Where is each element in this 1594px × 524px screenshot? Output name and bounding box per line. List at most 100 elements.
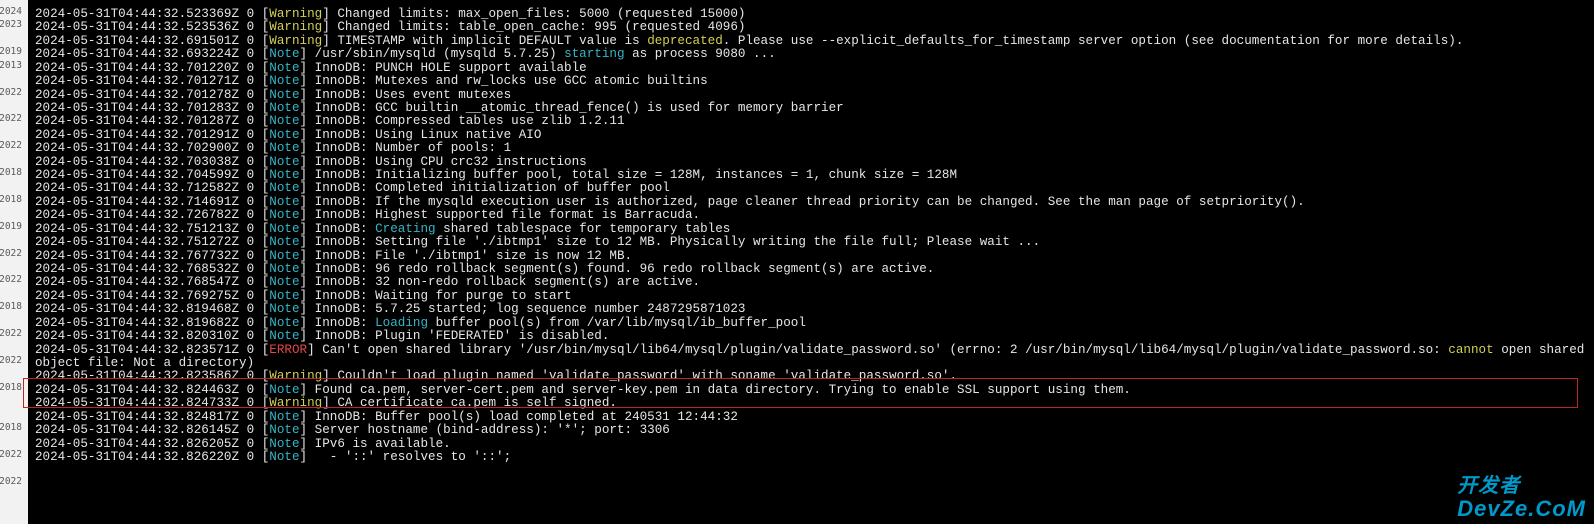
log-output[interactable]: 2024-05-31T04:44:32.523369Z 0 [Warning] … (35, 8, 1588, 464)
log-text: Couldn't load plugin named 'validate_pas… (337, 369, 957, 383)
watermark-logo: 开发者 DevZe.CoM (1457, 476, 1586, 520)
log-level: ERROR (269, 343, 307, 357)
log-text: Server hostname (bind-address): '*'; por… (315, 423, 670, 437)
log-text: InnoDB: Number of pools: 1 (315, 141, 512, 155)
log-timestamp: 2024-05-31T04:44:32.824733Z 0 [ (35, 396, 269, 410)
log-level: Note (269, 88, 299, 102)
log-level: Note (269, 329, 299, 343)
log-level: Note (269, 383, 299, 397)
log-text: InnoDB: Plugin 'FEDERATED' is disabled. (315, 329, 610, 343)
log-level: Note (269, 181, 299, 195)
log-text: InnoDB: Initializing buffer pool, total … (315, 168, 957, 182)
log-level: Note (269, 450, 299, 464)
log-timestamp: 2024-05-31T04:44:32.701287Z 0 [ (35, 114, 269, 128)
log-text: /usr/sbin/mysqld (mysqld 5.7.25) (315, 47, 564, 61)
log-timestamp: 2024-05-31T04:44:32.819468Z 0 [ (35, 302, 269, 316)
log-level: Note (269, 74, 299, 88)
log-line: 2024-05-31T04:44:32.768547Z 0 [Note] Inn… (35, 276, 1588, 289)
log-line: 2024-05-31T04:44:32.712582Z 0 [Note] Inn… (35, 182, 1588, 195)
log-line: 2024-05-31T04:44:32.704599Z 0 [Note] Inn… (35, 169, 1588, 182)
log-timestamp: 2024-05-31T04:44:32.701291Z 0 [ (35, 128, 269, 142)
log-text: InnoDB: 5.7.25 started; log sequence num… (315, 302, 746, 316)
gutter-year: 2018 (0, 193, 25, 206)
log-text: InnoDB: Setting file './ibtmp1' size to … (315, 235, 1041, 249)
log-text: InnoDB: Waiting for purge to start (315, 289, 572, 303)
log-level: Note (269, 289, 299, 303)
log-level: Note (269, 101, 299, 115)
log-timestamp: 2024-05-31T04:44:32.751213Z 0 [ (35, 222, 269, 236)
log-line: 2024-05-31T04:44:32.523536Z 0 [Warning] … (35, 21, 1588, 34)
log-line: 2024-05-31T04:44:32.701283Z 0 [Note] Inn… (35, 102, 1588, 115)
watermark-line2: DevZe.CoM (1457, 497, 1586, 520)
log-line: 2024-05-31T04:44:32.824463Z 0 [Note] Fou… (35, 384, 1588, 397)
log-level: Note (269, 275, 299, 289)
log-level: Warning (269, 369, 322, 383)
log-text: . Please use --explicit_defaults_for_tim… (723, 34, 1464, 48)
log-timestamp: 2024-05-31T04:44:32.826205Z 0 [ (35, 437, 269, 451)
log-line: 2024-05-31T04:44:32.819682Z 0 [Note] Inn… (35, 317, 1588, 330)
log-timestamp: 2024-05-31T04:44:32.767732Z 0 [ (35, 249, 269, 263)
log-text: cannot (1448, 343, 1493, 357)
log-level: Note (269, 262, 299, 276)
gutter-year: 2022 (0, 139, 25, 152)
log-text: InnoDB: Buffer pool(s) load completed at… (315, 410, 738, 424)
gutter-year: 2022 (0, 112, 25, 125)
log-timestamp: 2024-05-31T04:44:32.824817Z 0 [ (35, 410, 269, 424)
log-line: 2024-05-31T04:44:32.824817Z 0 [Note] Inn… (35, 411, 1588, 424)
log-level: Note (269, 114, 299, 128)
log-text: InnoDB: Mutexes and rw_locks use GCC ato… (315, 74, 708, 88)
log-line: 2024-05-31T04:44:32.693224Z 0 [Note] /us… (35, 48, 1588, 61)
log-line: 2024-05-31T04:44:32.701271Z 0 [Note] Inn… (35, 75, 1588, 88)
log-timestamp: 2024-05-31T04:44:32.824463Z 0 [ (35, 383, 269, 397)
gutter-year: 2018 (0, 381, 25, 394)
log-text: TIMESTAMP with implicit DEFAULT value is (337, 34, 647, 48)
gutter-year: 2019 (0, 45, 25, 58)
log-line: 2024-05-31T04:44:32.823586Z 0 [Warning] … (35, 370, 1588, 383)
log-line: 2024-05-31T04:44:32.823571Z 0 [ERROR] Ca… (35, 344, 1588, 371)
log-timestamp: 2024-05-31T04:44:32.769275Z 0 [ (35, 289, 269, 303)
log-timestamp: 2024-05-31T04:44:32.701271Z 0 [ (35, 74, 269, 88)
log-timestamp: 2024-05-31T04:44:32.768547Z 0 [ (35, 275, 269, 289)
log-text: IPv6 is available. (315, 437, 451, 451)
log-text: CA certificate ca.pem is self signed. (337, 396, 617, 410)
log-line: 2024-05-31T04:44:32.819468Z 0 [Note] Inn… (35, 303, 1588, 316)
log-line: 2024-05-31T04:44:32.726782Z 0 [Note] Inn… (35, 209, 1588, 222)
log-line: 2024-05-31T04:44:32.701220Z 0 [Note] Inn… (35, 62, 1588, 75)
log-level: Note (269, 235, 299, 249)
log-level: Note (269, 155, 299, 169)
log-text: Changed limits: max_open_files: 5000 (re… (337, 7, 745, 21)
log-text: Changed limits: table_open_cache: 995 (r… (337, 20, 745, 34)
log-timestamp: 2024-05-31T04:44:32.826145Z 0 [ (35, 423, 269, 437)
gutter-year: 2013 (0, 59, 25, 72)
log-level: Note (269, 423, 299, 437)
log-level: Note (269, 128, 299, 142)
log-line: 2024-05-31T04:44:32.826220Z 0 [Note] - '… (35, 451, 1588, 464)
gutter-year: 2024 (0, 5, 25, 18)
gutter-year: 2022 (0, 247, 25, 260)
gutter-year: 2022 (0, 273, 25, 286)
log-timestamp: 2024-05-31T04:44:32.693224Z 0 [ (35, 47, 269, 61)
log-text: - '::' resolves to '::'; (315, 450, 512, 464)
log-timestamp: 2024-05-31T04:44:32.826220Z 0 [ (35, 450, 269, 464)
log-text: Can't open shared library '/usr/bin/mysq… (322, 343, 1448, 357)
log-text: InnoDB: (315, 316, 375, 330)
log-text: starting (564, 47, 624, 61)
log-level: Note (269, 141, 299, 155)
log-level: Note (269, 61, 299, 75)
log-line: 2024-05-31T04:44:32.751213Z 0 [Note] Inn… (35, 223, 1588, 236)
log-level: Note (269, 208, 299, 222)
log-level: Note (269, 302, 299, 316)
log-timestamp: 2024-05-31T04:44:32.702900Z 0 [ (35, 141, 269, 155)
log-text: InnoDB: (315, 222, 375, 236)
log-line: 2024-05-31T04:44:32.701287Z 0 [Note] Inn… (35, 115, 1588, 128)
log-text: InnoDB: Highest supported file format is… (315, 208, 700, 222)
log-text: InnoDB: File './ibtmp1' size is now 12 M… (315, 249, 632, 263)
log-text: shared tablespace for temporary tables (436, 222, 731, 236)
log-timestamp: 2024-05-31T04:44:32.523369Z 0 [ (35, 7, 269, 21)
log-timestamp: 2024-05-31T04:44:32.523536Z 0 [ (35, 20, 269, 34)
gutter-year: 2022 (0, 327, 25, 340)
log-line: 2024-05-31T04:44:32.767732Z 0 [Note] Inn… (35, 250, 1588, 263)
log-text: InnoDB: Compressed tables use zlib 1.2.1… (315, 114, 625, 128)
log-timestamp: 2024-05-31T04:44:32.701220Z 0 [ (35, 61, 269, 75)
log-text: InnoDB: Using Linux native AIO (315, 128, 542, 142)
